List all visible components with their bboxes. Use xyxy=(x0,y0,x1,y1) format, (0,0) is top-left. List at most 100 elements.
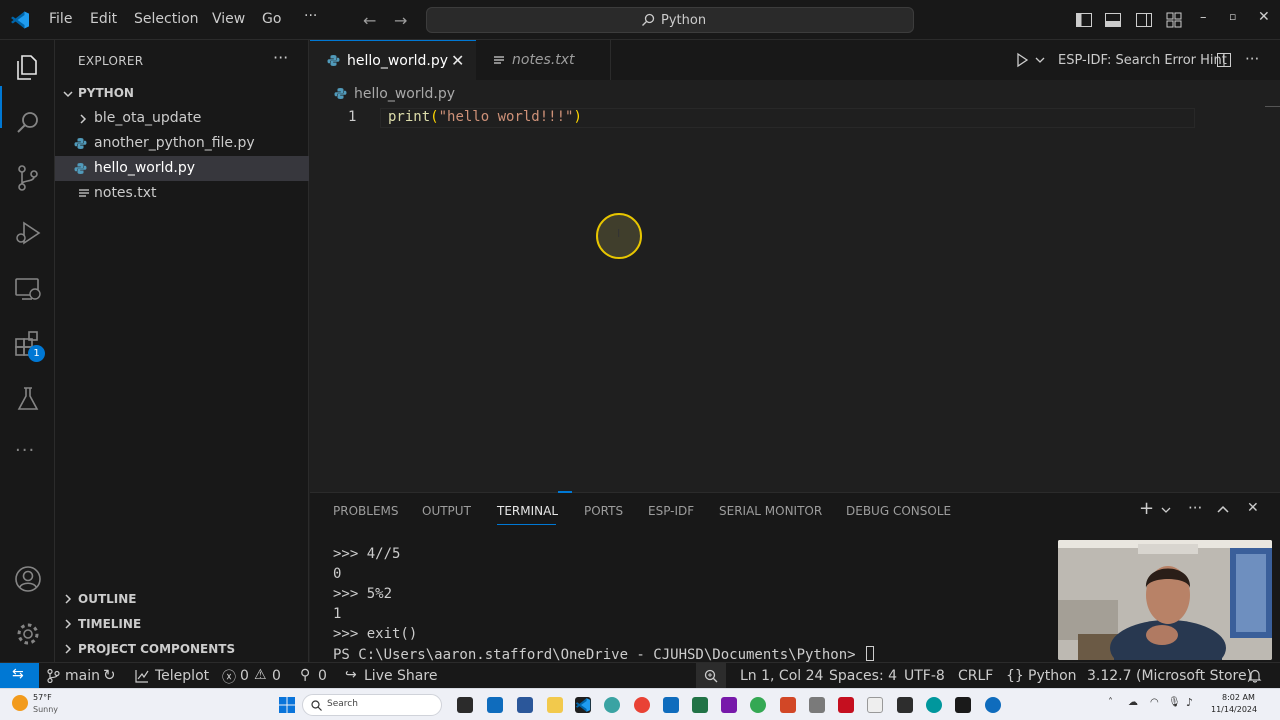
search-icon[interactable] xyxy=(13,108,43,138)
terminal-prompt-line[interactable]: PS C:\Users\aaron.stafford\OneDrive - CJ… xyxy=(333,646,875,663)
account-icon[interactable] xyxy=(13,564,43,594)
error-count[interactable]: 0 xyxy=(240,668,249,684)
sync-icon[interactable]: ↻ xyxy=(103,666,116,684)
command-center-search[interactable]: Python xyxy=(426,7,914,33)
ports-icon[interactable]: ⚲ xyxy=(300,667,310,683)
panel-sash[interactable] xyxy=(558,491,572,493)
ports-count[interactable]: 0 xyxy=(318,668,327,684)
toggle-secondary-sidebar-icon[interactable] xyxy=(1135,11,1153,29)
toggle-panel-icon[interactable] xyxy=(1104,11,1122,29)
panel-tab-serial-monitor[interactable]: SERIAL MONITOR xyxy=(719,504,822,518)
menu-edit[interactable]: Edit xyxy=(90,11,117,27)
file-explorer-icon[interactable] xyxy=(547,697,563,713)
breadcrumb[interactable]: hello_world.py xyxy=(354,86,455,102)
panel-more-actions-icon[interactable]: ··· xyxy=(1188,499,1202,517)
python-interpreter[interactable]: 3.12.7 (Microsoft Store) xyxy=(1087,668,1252,684)
section-timeline[interactable]: TIMELINE xyxy=(55,612,309,637)
code-editor[interactable]: hello_world.py 1 print("hello world!!!")… xyxy=(310,80,1280,492)
outlook-icon[interactable] xyxy=(663,697,679,713)
language-mode-braces[interactable]: {} xyxy=(1006,668,1024,684)
editor-more-actions-icon[interactable]: ··· xyxy=(1245,50,1259,68)
menu-view[interactable]: View xyxy=(212,11,245,27)
panel-tab-debug-console[interactable]: DEBUG CONSOLE xyxy=(846,504,951,518)
app-icon[interactable] xyxy=(604,697,620,713)
end-of-line[interactable]: CRLF xyxy=(958,668,993,684)
section-project-components[interactable]: PROJECT COMPONENTS xyxy=(55,637,309,662)
tree-item-ble-ota-update[interactable]: ble_ota_update xyxy=(55,106,309,131)
menu-file[interactable]: File xyxy=(49,11,72,27)
tab-notes[interactable]: notes.txt xyxy=(476,40,611,80)
source-control-icon[interactable] xyxy=(13,163,43,193)
panel-tab-output[interactable]: OUTPUT xyxy=(422,504,471,518)
panel-tab-ports[interactable]: PORTS xyxy=(584,504,623,518)
notifications-bell-icon[interactable] xyxy=(1248,669,1262,683)
weather-temperature[interactable]: 57°F xyxy=(33,693,52,702)
close-window-icon[interactable]: ✕ xyxy=(1258,9,1270,25)
chrome-profile-icon[interactable] xyxy=(750,697,766,713)
tree-item-notes[interactable]: notes.txt xyxy=(55,181,309,206)
live-share-button[interactable]: Live Share xyxy=(364,668,437,684)
task-view-icon[interactable] xyxy=(457,697,473,713)
tree-item-another-python-file[interactable]: another_python_file.py xyxy=(55,131,309,156)
app-icon-2[interactable] xyxy=(809,697,825,713)
taskbar-clock-date[interactable]: 11/14/2024 xyxy=(1211,705,1257,714)
powerpoint-icon[interactable] xyxy=(780,697,796,713)
run-python-file-icon[interactable] xyxy=(1014,52,1030,68)
encoding[interactable]: UTF-8 xyxy=(904,668,945,684)
acrobat-icon[interactable] xyxy=(838,697,854,713)
app-icon-3[interactable] xyxy=(867,697,883,713)
excel-icon[interactable] xyxy=(692,697,708,713)
teams-icon[interactable] xyxy=(487,697,503,713)
onedrive-icon[interactable]: ☁ xyxy=(1128,697,1138,708)
close-panel-icon[interactable]: ✕ xyxy=(1247,500,1259,516)
run-dropdown-chevron-icon[interactable] xyxy=(1035,55,1045,65)
esp-idf-search-error-hint-button[interactable]: ESP-IDF: Search Error Hint xyxy=(1058,53,1227,68)
close-tab-icon[interactable]: ✕ xyxy=(451,51,464,70)
warning-icon[interactable]: ⚠ xyxy=(254,667,267,683)
app-icon-6[interactable] xyxy=(985,697,1001,713)
show-hidden-icons-chevron-icon[interactable]: ˄ xyxy=(1108,697,1113,708)
network-icon[interactable]: ◠ xyxy=(1150,697,1159,708)
settings-gear-icon[interactable] xyxy=(13,619,43,649)
microphone-icon[interactable]: 🎙 xyxy=(1168,697,1181,708)
testing-icon[interactable] xyxy=(13,384,43,414)
arduino-icon[interactable] xyxy=(926,697,942,713)
menu-overflow[interactable]: ··· xyxy=(304,8,317,24)
cursor-position[interactable]: Ln 1, Col 24 xyxy=(740,668,823,684)
live-share-icon[interactable]: ↪ xyxy=(345,667,357,683)
weather-sun-icon[interactable] xyxy=(12,695,28,711)
menu-selection[interactable]: Selection xyxy=(134,11,199,27)
folder-python-header[interactable]: PYTHON xyxy=(55,81,309,106)
code-line[interactable]: print("hello world!!!") xyxy=(388,109,582,125)
run-debug-icon[interactable] xyxy=(13,218,43,248)
more-icon[interactable]: ··· xyxy=(15,440,45,470)
zoom-button[interactable] xyxy=(696,663,726,689)
new-terminal-plus-icon[interactable]: + xyxy=(1139,498,1154,519)
app-icon-5[interactable] xyxy=(955,697,971,713)
word-icon[interactable] xyxy=(517,697,533,713)
taskbar-clock-time[interactable]: 8:02 AM xyxy=(1222,693,1255,702)
git-branch-label[interactable]: main xyxy=(65,668,100,684)
explorer-more-actions-icon[interactable]: ··· xyxy=(273,48,288,67)
minimize-window-icon[interactable]: – xyxy=(1200,10,1207,25)
terminal-dropdown-chevron-icon[interactable] xyxy=(1161,505,1171,515)
toggle-primary-sidebar-icon[interactable] xyxy=(1075,11,1093,29)
back-arrow-icon[interactable]: ← xyxy=(363,11,376,30)
teleplot-button[interactable]: Teleplot xyxy=(155,668,209,684)
chrome-icon[interactable] xyxy=(634,697,650,713)
customize-layout-icon[interactable] xyxy=(1165,11,1183,29)
tab-hello-world[interactable]: hello_world.py ✕ xyxy=(310,40,476,80)
warning-count[interactable]: 0 xyxy=(272,668,281,684)
files-icon[interactable] xyxy=(13,52,43,82)
volume-icon[interactable]: ♪ xyxy=(1186,696,1193,709)
panel-tab-esp-idf[interactable]: ESP-IDF xyxy=(648,504,694,518)
maximize-window-icon[interactable]: ▫ xyxy=(1229,10,1236,23)
indentation[interactable]: Spaces: 4 xyxy=(829,668,897,684)
forward-arrow-icon[interactable]: → xyxy=(394,11,407,30)
windows-start-icon[interactable] xyxy=(279,697,295,713)
panel-tab-terminal[interactable]: TERMINAL xyxy=(497,504,558,518)
vscode-taskbar-icon[interactable] xyxy=(575,697,591,713)
split-editor-icon[interactable] xyxy=(1216,52,1232,68)
weather-condition[interactable]: Sunny xyxy=(33,705,58,714)
maximize-panel-chevron-up-icon[interactable] xyxy=(1216,503,1230,517)
